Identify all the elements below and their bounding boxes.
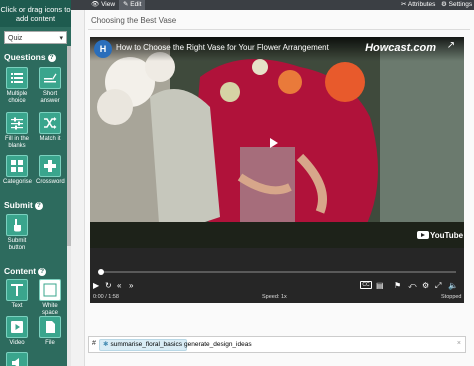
captions-button[interactable]: CC — [360, 281, 372, 289]
tab-edit[interactable]: ✎ Edit — [119, 0, 146, 10]
tool-label: Match it — [39, 136, 61, 142]
tool-label: Fill in the blanks — [4, 136, 29, 149]
tool-label: White space — [41, 303, 58, 316]
text-icon — [6, 279, 28, 301]
video-icon — [6, 316, 28, 338]
youtube-icon — [417, 231, 429, 239]
star-icon: ✱ — [103, 341, 109, 348]
tag-chip-label: summarise_floral_basics — [110, 341, 182, 348]
video-player[interactable]: H How to Choose the Right Vase for Your … — [90, 37, 464, 303]
tool-categorise[interactable]: Categorise — [3, 155, 33, 186]
hand-pointer-icon — [6, 214, 28, 236]
tool-label: Text — [11, 303, 23, 309]
close-icon[interactable]: × — [457, 340, 461, 347]
tool-label: Categorise — [3, 179, 33, 185]
tool-label: Short answer — [40, 91, 60, 104]
section-questions: Questions? — [4, 52, 56, 62]
status-readout: Stopped — [441, 294, 462, 300]
tool-label: Submit button — [7, 238, 27, 251]
content-type-select[interactable]: Quiz ▾ — [4, 31, 67, 44]
volume-icon[interactable]: 🔈 — [448, 281, 458, 291]
grid-icon — [6, 155, 28, 177]
tag-input[interactable]: # ✱ summarise_floral_basics generate_desi… — [88, 336, 466, 353]
video-title[interactable]: How to Choose the Right Vase for Your Fl… — [116, 43, 329, 52]
attributes-label: Attributes — [407, 1, 436, 8]
pencil-icon: ✎ — [123, 1, 129, 8]
title-underline — [88, 29, 470, 30]
help-icon[interactable]: ? — [47, 54, 56, 62]
tool-label: Multiple choice — [6, 91, 28, 104]
tool-crossword[interactable]: Crossword — [36, 155, 65, 186]
tag-text[interactable]: generate_design_ideas — [184, 341, 252, 348]
sidebar: Click or drag icons to add content Quiz … — [0, 0, 71, 366]
youtube-logo-text: YouTube — [430, 231, 464, 240]
tool-label: File — [45, 340, 55, 346]
tool-file[interactable]: File — [36, 316, 64, 347]
tool-label: Video — [9, 340, 25, 346]
gear-icon: ⚙ — [441, 1, 447, 8]
tab-view-label: View — [101, 1, 116, 8]
tool-match-it[interactable]: Match it — [36, 112, 64, 143]
channel-logo-icon[interactable]: H — [94, 40, 112, 58]
eye-icon: 👁 — [91, 1, 100, 8]
section-content-label: Content — [4, 266, 37, 276]
tool-label: Crossword — [36, 179, 65, 185]
file-icon — [39, 316, 61, 338]
select-value: Quiz — [8, 35, 23, 42]
hash-icon: # — [92, 340, 96, 347]
watermark-logo: Howcast.com — [365, 42, 436, 54]
play-overlay-icon[interactable] — [270, 138, 278, 148]
skip-back-icon[interactable]: ⤺ — [408, 281, 417, 291]
pencil-lines-icon — [39, 67, 61, 89]
tool-text[interactable]: Text — [3, 279, 31, 310]
shuffle-icon — [39, 112, 61, 134]
flag-icon[interactable]: ⚑ — [394, 281, 401, 291]
help-icon[interactable]: ? — [38, 268, 47, 276]
tool-multiple-choice[interactable]: Multiple choice — [3, 67, 31, 104]
section-content: Content? — [4, 266, 47, 276]
settings-button[interactable]: ⚙ Settings — [441, 0, 472, 10]
sidebar-header: Click or drag icons to add content — [0, 0, 71, 27]
progress-bar[interactable] — [100, 271, 456, 273]
tool-video[interactable]: Video — [3, 316, 31, 347]
settings-label: Settings — [448, 1, 473, 8]
replay-icon[interactable]: ↻ — [105, 281, 112, 291]
top-bar: 👁 View ✎ Edit ✂ Attributes ⚙ Settings — [71, 0, 474, 10]
section-submit: Submit? — [4, 200, 43, 210]
speaker-icon — [6, 352, 28, 366]
section-submit-label: Submit — [4, 200, 33, 210]
rewind-icon[interactable]: « — [117, 281, 121, 291]
tag-chip[interactable]: ✱ summarise_floral_basics — [99, 339, 187, 351]
tool-audio[interactable] — [3, 352, 31, 366]
captions-menu-icon[interactable]: ▤ — [376, 281, 384, 291]
play-icon[interactable]: ▶ — [93, 281, 99, 291]
time-readout: 0:00 / 1:58 — [93, 294, 119, 300]
list-icon — [6, 67, 28, 89]
sliders-icon — [6, 112, 28, 134]
video-controls: ▶ ↻ « » 0:00 / 1:58 Speed: 1x Stopped CC… — [90, 248, 464, 303]
sidebar-scrollbar[interactable] — [67, 46, 71, 246]
chevron-down-icon: ▾ — [59, 35, 63, 42]
crossword-icon — [39, 155, 61, 177]
tool-fill-blanks[interactable]: Fill in the blanks — [3, 112, 31, 149]
progress-handle[interactable] — [98, 269, 104, 275]
tool-white-space[interactable]: White space — [36, 279, 64, 316]
section-questions-label: Questions — [4, 52, 46, 62]
speed-readout: Speed: 1x — [262, 294, 287, 300]
settings-gear-icon[interactable]: ⚙ — [422, 281, 429, 291]
youtube-logo[interactable]: YouTube — [417, 231, 463, 240]
attributes-button[interactable]: ✂ Attributes — [401, 0, 435, 10]
fullscreen-icon[interactable]: ⤢ — [435, 281, 441, 291]
page-title-field[interactable]: Choosing the Best Vase — [88, 13, 470, 29]
tab-edit-label: Edit — [130, 1, 142, 8]
blank-space-icon — [39, 279, 61, 301]
help-icon[interactable]: ? — [34, 202, 43, 210]
share-icon[interactable]: ↗ — [443, 40, 459, 56]
wrench-icon: ✂ — [401, 1, 407, 8]
forward-icon[interactable]: » — [129, 281, 133, 291]
tool-submit-button[interactable]: Submit button — [3, 214, 31, 251]
tab-view[interactable]: 👁 View — [87, 0, 119, 10]
tool-short-answer[interactable]: Short answer — [36, 67, 64, 104]
